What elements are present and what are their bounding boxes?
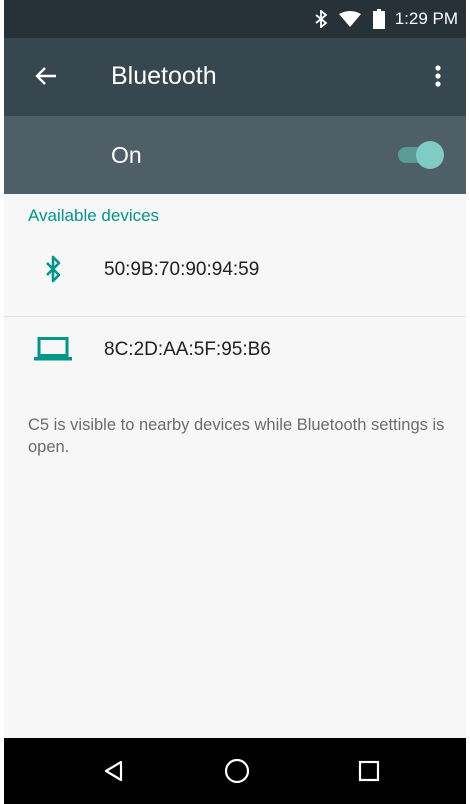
laptop-icon — [34, 330, 72, 368]
more-options-button[interactable] — [418, 56, 458, 96]
screen: 1:29 PM Bluetooth On Available devices 5… — [4, 0, 466, 804]
device-item[interactable]: 8C:2D:AA:5F:95:B6 — [4, 306, 466, 396]
nav-recents-button[interactable] — [349, 751, 389, 791]
bluetooth-status-icon — [315, 10, 327, 28]
arrow-back-icon — [35, 67, 56, 85]
toggle-thumb — [416, 141, 444, 169]
back-button[interactable] — [26, 56, 66, 96]
status-bar: 1:29 PM — [4, 0, 466, 38]
wifi-icon — [338, 11, 361, 27]
navigation-bar — [4, 738, 466, 804]
nav-back-button[interactable] — [94, 751, 134, 791]
toolbar: Bluetooth — [4, 38, 466, 116]
bluetooth-toggle[interactable] — [394, 140, 444, 170]
page-title: Bluetooth — [111, 62, 217, 90]
home-circle-icon — [224, 758, 250, 784]
nav-home-button[interactable] — [217, 751, 257, 791]
back-triangle-icon — [104, 760, 123, 782]
device-name: 8C:2D:AA:5F:95:B6 — [104, 339, 271, 360]
battery-icon — [372, 9, 385, 29]
switch-label: On — [111, 142, 142, 168]
visibility-note: C5 is visible to nearby devices while Bl… — [28, 416, 445, 456]
recents-square-icon — [358, 760, 380, 782]
device-item[interactable]: 50:9B:70:90:94:59 — [4, 226, 466, 317]
more-vert-icon — [435, 65, 441, 87]
device-name: 50:9B:70:90:94:59 — [104, 259, 260, 280]
bluetooth-icon — [34, 250, 72, 288]
status-time: 1:29 PM — [394, 9, 458, 28]
available-devices-header: Available devices — [28, 206, 160, 225]
bluetooth-switch-bar[interactable]: On — [4, 116, 466, 194]
